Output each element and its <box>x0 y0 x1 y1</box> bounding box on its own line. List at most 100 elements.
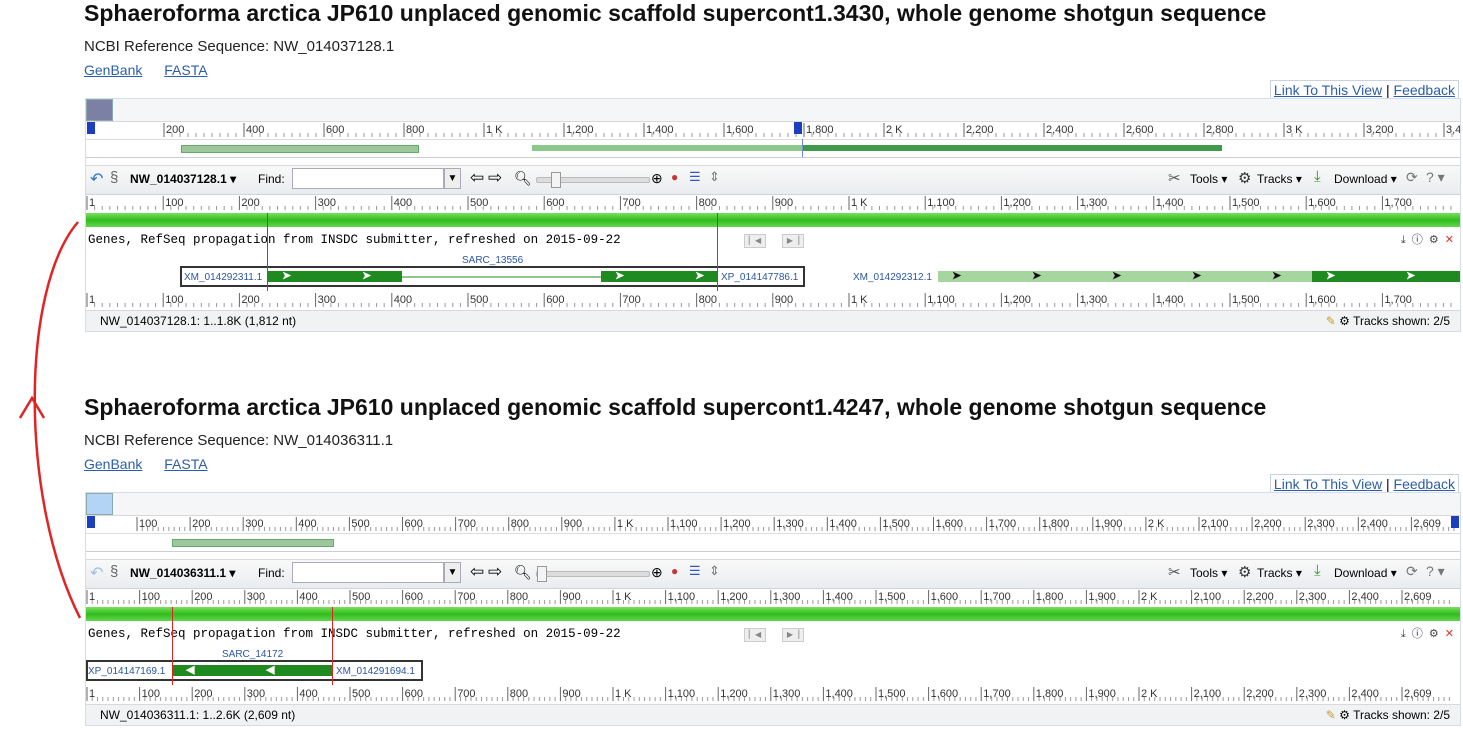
ruler-tick-label: 200 <box>241 294 259 306</box>
collapse-icon[interactable]: ⇕ <box>709 169 720 185</box>
ruler-tick-label: 1,500 <box>882 518 910 530</box>
gene-left-label[interactable]: XP_014147169.1 <box>88 666 165 677</box>
zoom-out-icon[interactable]: 🔍︎ <box>514 564 532 581</box>
sequence-bar[interactable] <box>86 607 1460 621</box>
download-icon[interactable]: ⤓ <box>1314 168 1321 185</box>
tracks-menu[interactable]: Tracks ▾ <box>1257 566 1302 580</box>
ruler-tick-label: 200 <box>192 518 210 530</box>
fasta-link[interactable]: FASTA <box>164 62 207 78</box>
ruler-tick-label: 1,400 <box>646 124 674 136</box>
find-dropdown-button[interactable]: ▼ <box>444 562 461 583</box>
strand-arrow-icon: ➤ <box>1032 270 1042 282</box>
overview-gene-bar <box>172 539 334 547</box>
reload-icon[interactable]: ⟳ <box>1406 563 1418 580</box>
marker-icon[interactable]: ☰ <box>689 563 701 579</box>
download-track-icon[interactable]: ⤓ <box>1401 234 1406 246</box>
reload-icon[interactable]: ⟳ <box>1406 169 1418 186</box>
ruler-tick-label: 3 K <box>1286 124 1303 136</box>
next-feature-button[interactable]: ▶▕ <box>782 628 804 642</box>
gene-right-label[interactable]: XP_014147786.1 <box>721 272 798 283</box>
download-icon[interactable]: ⤓ <box>1314 562 1321 579</box>
track-controls: ⤓ ⓘ ⚙ ✕ <box>1398 625 1454 641</box>
ruler-tick-label: 900 <box>564 518 582 530</box>
sequence-icon[interactable]: ● <box>671 170 678 184</box>
tools-icon[interactable]: ✂ <box>1168 169 1181 187</box>
genbank-link[interactable]: GenBank <box>84 62 142 78</box>
accession-dropdown[interactable]: NW_014037128.1 ▾ <box>130 172 236 186</box>
find-input[interactable] <box>292 562 444 583</box>
pan-right-icon[interactable]: ⇨ <box>488 168 502 188</box>
find-dropdown-button[interactable]: ▼ <box>444 168 461 189</box>
edit-icon[interactable]: ✎ <box>1326 708 1336 722</box>
info-icon[interactable]: ⓘ <box>1412 234 1423 246</box>
marker-icon[interactable]: ☰ <box>689 169 701 185</box>
zoom-slider[interactable] <box>536 172 650 188</box>
panorama-thumb[interactable] <box>86 99 113 121</box>
pan-left-icon[interactable]: ⇦ <box>470 562 484 582</box>
edit-icon[interactable]: ✎ <box>1326 314 1336 328</box>
tracks-gear-icon[interactable]: ⚙ <box>1238 169 1251 187</box>
ruler-tick-label: 1,700 <box>1384 294 1412 306</box>
download-track-icon[interactable]: ⤓ <box>1401 628 1406 640</box>
zoom-slider-handle[interactable] <box>551 172 561 188</box>
pan-left-icon[interactable]: ⇦ <box>470 168 484 188</box>
tools-icon[interactable]: ✂ <box>1168 563 1181 581</box>
zoom-in-icon[interactable]: ⊕ <box>651 170 663 187</box>
back-icon[interactable]: ↶ <box>90 169 103 189</box>
tools-menu[interactable]: Tools ▾ <box>1190 172 1227 186</box>
help-icon[interactable]: ? ▾ <box>1426 169 1445 186</box>
prev-feature-button[interactable]: ▏◀ <box>744 628 766 642</box>
gene-name-label[interactable]: SARC_13556 <box>462 255 523 266</box>
link-icon[interactable]: § <box>110 563 118 580</box>
zoom-in-icon[interactable]: ⊕ <box>651 564 663 581</box>
overview-gene-bar <box>532 145 802 151</box>
gene-left-label[interactable]: XM_014292311.1 <box>184 272 262 283</box>
ruler-tick-label: 400 <box>394 197 412 209</box>
next-feature-button[interactable]: ▶▕ <box>782 234 804 248</box>
tracks-gear-icon[interactable]: ⚙ <box>1238 563 1251 581</box>
zoom-out-icon[interactable]: 🔍︎ <box>514 170 532 187</box>
sequence-icon[interactable]: ● <box>671 564 678 578</box>
overview-panorama[interactable] <box>86 99 1460 122</box>
feedback-link[interactable]: Feedback <box>1394 82 1455 98</box>
ruler-tick-label: 700 <box>457 688 475 700</box>
gene-right-label[interactable]: XM_014291694.1 <box>336 666 415 677</box>
range-end-marker[interactable] <box>794 122 802 134</box>
help-icon[interactable]: ? ▾ <box>1426 563 1445 580</box>
gear-icon[interactable]: ⚙ <box>1339 314 1350 328</box>
range-start-marker[interactable] <box>87 122 95 134</box>
find-input[interactable] <box>292 168 444 189</box>
prev-feature-button[interactable]: ▏◀ <box>744 234 766 248</box>
settings-icon[interactable]: ⚙ <box>1429 628 1439 640</box>
tracks-menu[interactable]: Tracks ▾ <box>1257 172 1302 186</box>
link-icon[interactable]: § <box>110 169 118 186</box>
ruler-tick-label: 1,600 <box>1308 197 1336 209</box>
download-menu[interactable]: Download ▾ <box>1334 566 1397 580</box>
download-menu[interactable]: Download ▾ <box>1334 172 1397 186</box>
close-icon[interactable]: ✕ <box>1445 628 1454 640</box>
range-end-marker[interactable] <box>1451 516 1459 528</box>
tools-menu[interactable]: Tools ▾ <box>1190 566 1227 580</box>
exon[interactable] <box>172 665 332 676</box>
info-icon[interactable]: ⓘ <box>1412 628 1423 640</box>
fasta-link[interactable]: FASTA <box>164 456 207 472</box>
link-to-this-view[interactable]: Link To This View <box>1274 476 1382 492</box>
gene2-label[interactable]: XM_014292312.1 <box>853 272 932 283</box>
gene2-bar[interactable] <box>938 271 1312 282</box>
close-icon[interactable]: ✕ <box>1445 234 1454 246</box>
ruler-tick-label: 300 <box>247 688 265 700</box>
feedback-link[interactable]: Feedback <box>1394 476 1455 492</box>
gear-icon[interactable]: ⚙ <box>1339 708 1350 722</box>
zoom-slider[interactable] <box>536 566 650 582</box>
pan-right-icon[interactable]: ⇨ <box>488 562 502 582</box>
ruler-tick-label: 400 <box>394 294 412 306</box>
accession-dropdown[interactable]: NW_014036311.1 ▾ <box>130 566 235 580</box>
sequence-bar[interactable] <box>86 213 1460 227</box>
ruler-tick-label: 1,600 <box>931 688 959 700</box>
collapse-icon[interactable]: ⇕ <box>709 563 720 579</box>
settings-icon[interactable]: ⚙ <box>1429 234 1439 246</box>
zoom-slider-handle[interactable] <box>537 566 547 582</box>
gene-name-label[interactable]: SARC_14172 <box>222 649 283 660</box>
link-to-this-view[interactable]: Link To This View <box>1274 82 1382 98</box>
overview-panorama[interactable] <box>86 493 1460 516</box>
